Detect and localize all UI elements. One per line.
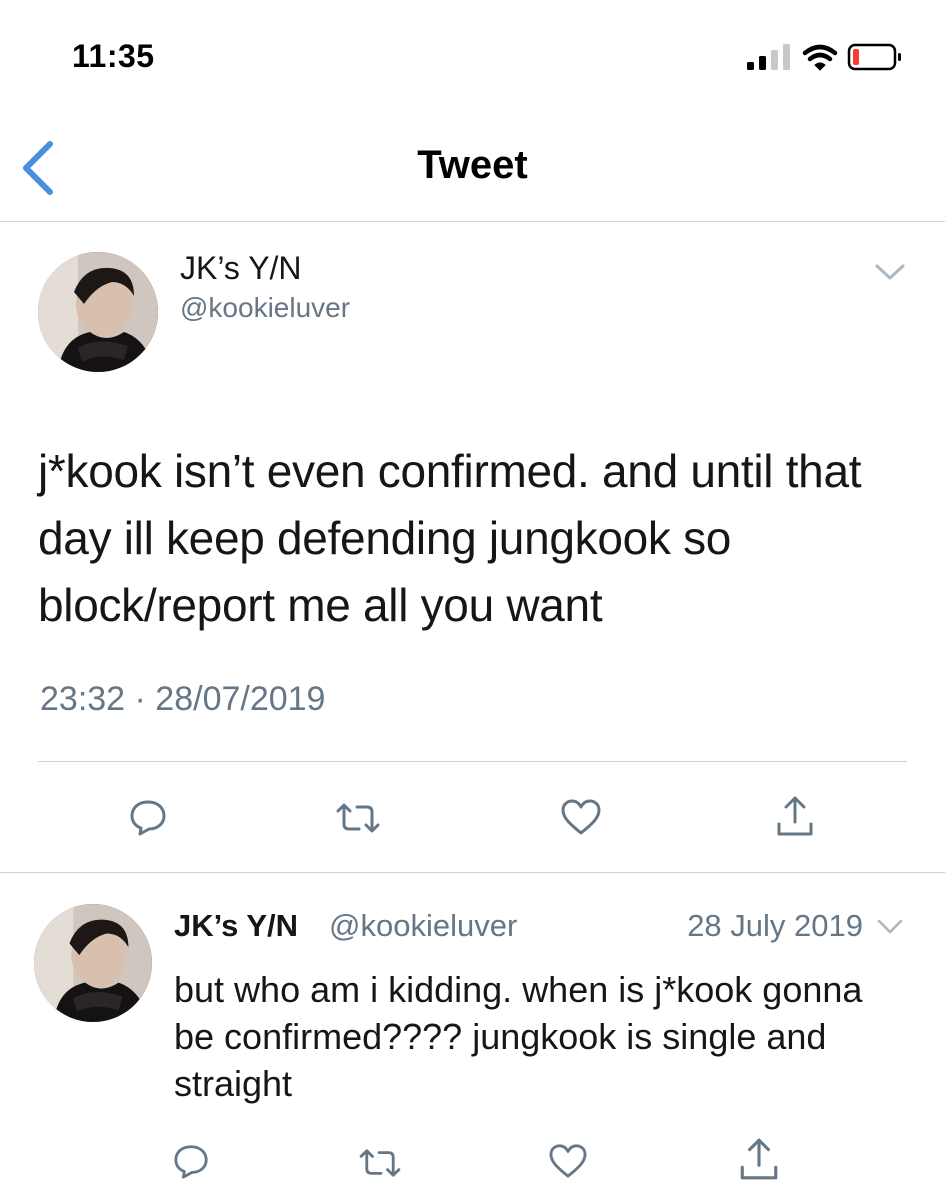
battery-icon bbox=[847, 43, 901, 71]
retweet-icon bbox=[359, 1149, 401, 1177]
page-title: Tweet bbox=[417, 143, 528, 187]
reply-date: 28 July 2019 bbox=[687, 908, 863, 943]
wifi-icon bbox=[802, 44, 838, 71]
thread-divider bbox=[0, 872, 945, 873]
reply-retweet-button[interactable] bbox=[358, 1146, 402, 1180]
cellular-signal-icon bbox=[747, 44, 790, 70]
reply-button[interactable] bbox=[128, 797, 168, 837]
like-icon bbox=[561, 799, 601, 835]
share-button[interactable] bbox=[775, 794, 815, 838]
display-name[interactable]: JK’s Y/N bbox=[180, 250, 302, 287]
avatar-photo bbox=[38, 252, 158, 372]
reply-more-options-button[interactable] bbox=[877, 918, 903, 936]
nav-divider bbox=[0, 221, 945, 222]
retweet-button[interactable] bbox=[335, 800, 381, 836]
tweet-divider bbox=[38, 761, 907, 762]
like-icon bbox=[549, 1144, 587, 1178]
status-time: 11:35 bbox=[72, 38, 155, 74]
chevron-down-icon bbox=[877, 919, 903, 934]
avatar-photo bbox=[34, 904, 152, 1022]
retweet-icon bbox=[336, 803, 380, 833]
reply-icon bbox=[174, 1145, 208, 1179]
chevron-down-icon bbox=[875, 264, 905, 280]
reply-display-name[interactable]: JK’s Y/N bbox=[174, 908, 298, 944]
status-icons bbox=[741, 40, 911, 80]
tweet-timestamp: 23:32 · 28/07/2019 bbox=[40, 680, 326, 718]
reply-like-button[interactable] bbox=[548, 1143, 588, 1179]
reply-user-handle[interactable]: @kookieluver bbox=[329, 908, 517, 944]
tweet-text: j*kook isn’t even confirmed. and until t… bbox=[38, 445, 862, 631]
user-handle[interactable]: @kookieluver bbox=[180, 292, 350, 324]
reply-text: but who am i kidding. when is j*kook gon… bbox=[174, 969, 863, 1104]
share-icon bbox=[740, 1138, 778, 1180]
like-button[interactable] bbox=[560, 798, 602, 836]
share-icon bbox=[777, 796, 813, 836]
avatar[interactable] bbox=[38, 252, 158, 372]
more-options-button[interactable] bbox=[875, 262, 905, 284]
reply-avatar[interactable] bbox=[34, 904, 152, 1022]
reply-share-button[interactable] bbox=[738, 1136, 780, 1182]
reply-icon bbox=[130, 800, 166, 836]
reply-reply-button[interactable] bbox=[172, 1142, 210, 1180]
